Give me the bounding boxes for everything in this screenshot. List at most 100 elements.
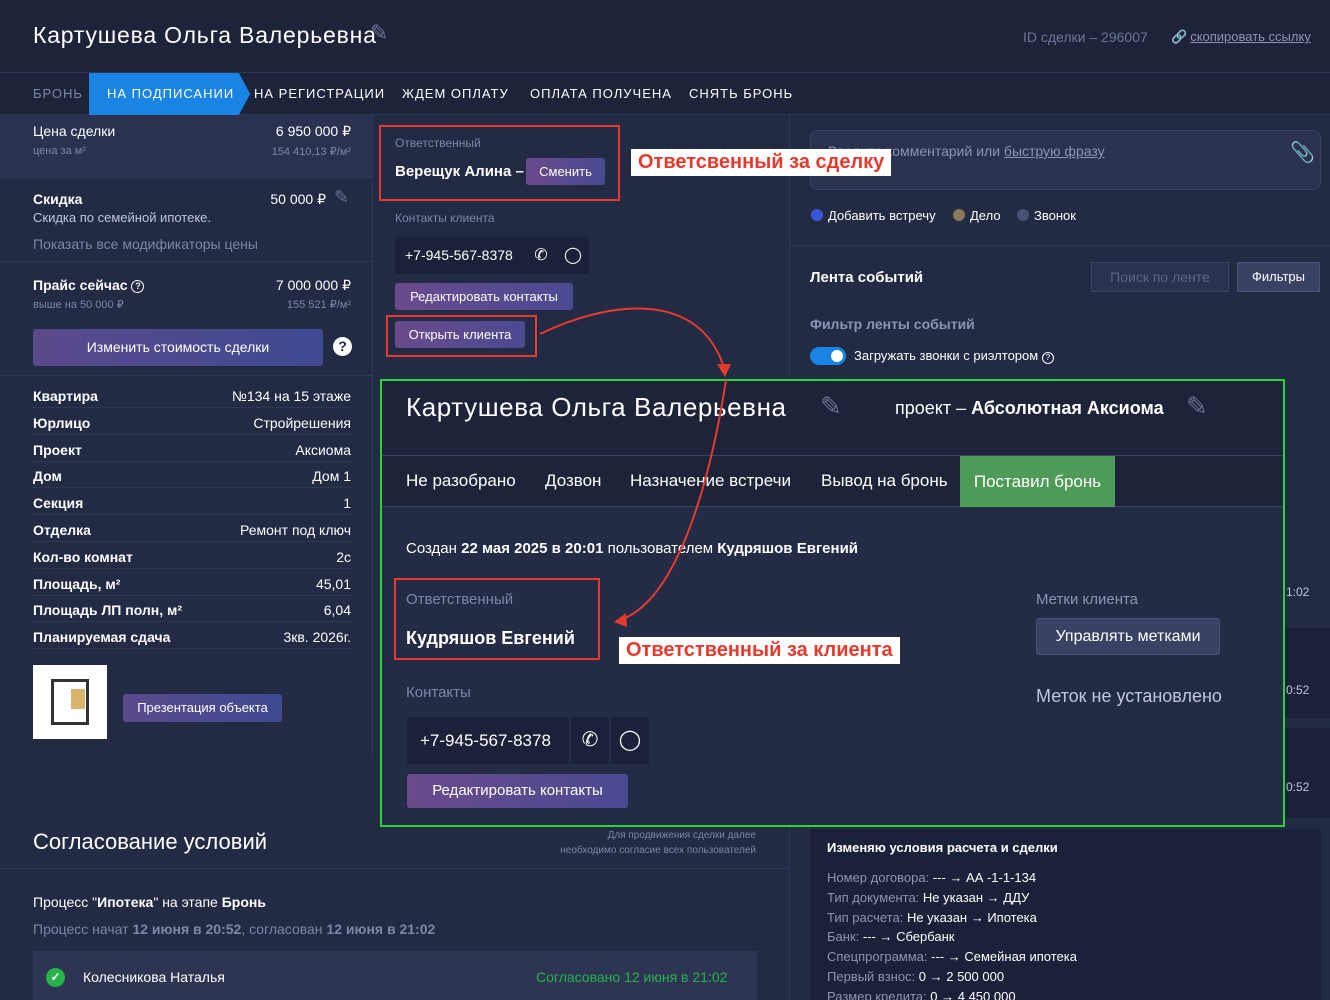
client-phone: +7-945-567-8378 bbox=[395, 237, 525, 274]
property-value: Дом 1 bbox=[312, 468, 351, 485]
feed-event-line: Первый взнос: 0 → 2 500 000 bbox=[827, 969, 1004, 984]
feed-event-line: Спецпрограмма: --- → Семейная ипотека bbox=[827, 949, 1077, 964]
feed-time: 0:52 bbox=[1286, 780, 1310, 794]
property-value: 1 bbox=[343, 495, 351, 512]
manage-tags-button[interactable]: Управлять метками bbox=[1036, 618, 1220, 655]
feed-card-stub bbox=[1283, 728, 1330, 818]
property-value: Стройрешения bbox=[253, 414, 351, 431]
client-tab-to-booking[interactable]: Вывод на бронь bbox=[821, 471, 948, 491]
feed-search-input[interactable]: Поиск по ленте bbox=[1091, 262, 1229, 292]
property-key: Проект bbox=[33, 441, 82, 458]
property-row: Площадь ЛП полн, м² 6,04 bbox=[33, 600, 351, 623]
add-meeting-option[interactable]: Добавить встречу bbox=[811, 208, 936, 223]
current-price-per-m2: 155 521 ₽/м² bbox=[286, 299, 351, 311]
client-edit-contacts-button[interactable]: Редактировать контакты bbox=[407, 774, 628, 808]
started-at: 12 июня в 20:52 bbox=[132, 921, 242, 937]
feed-line-key: Размер кредита: bbox=[827, 988, 927, 1000]
current-price-sub: выше на 50 000 ₽ bbox=[33, 299, 124, 311]
feed-line-value: 0 → 2 500 000 bbox=[915, 969, 1005, 984]
feed-line-value: Не указан → Ипотека bbox=[903, 909, 1037, 925]
started-prefix: Процесс начат bbox=[33, 921, 133, 937]
property-key: Секция bbox=[33, 495, 84, 512]
created-by: Кудряшов Евгений bbox=[717, 540, 859, 557]
feed-title: Лента событий bbox=[810, 269, 924, 286]
tab-cancel-booking[interactable]: СНЯТЬ БРОНЬ bbox=[689, 73, 793, 115]
tab-signing[interactable]: НА ПОДПИСАНИИ bbox=[89, 73, 251, 115]
feed-event-line: Тип расчета: Не указан → Ипотека bbox=[827, 910, 1037, 925]
deal-title: Картушева Ольга Валерьевна bbox=[33, 22, 377, 48]
process-dates: Процесс начат 12 июня в 20:52, согласова… bbox=[33, 921, 435, 937]
agreement-hint-line: необходимо согласие всех пользователей bbox=[560, 845, 756, 856]
phone-icon[interactable]: ✆ bbox=[571, 717, 609, 764]
price-label: Цена сделки bbox=[33, 123, 116, 139]
feed-line-key: Первый взнос: bbox=[827, 969, 916, 984]
feed-line-value: --- → Семейная ипотека bbox=[927, 949, 1077, 965]
property-row: Площадь, м² 45,01 bbox=[33, 574, 351, 596]
copy-link-button[interactable]: 🔗 скопировать ссылку bbox=[1171, 29, 1311, 45]
edit-icon[interactable]: ✎ bbox=[820, 391, 842, 422]
edit-project-icon[interactable]: ✎ bbox=[1186, 391, 1208, 422]
load-calls-toggle[interactable] bbox=[810, 347, 846, 365]
divider bbox=[790, 245, 1330, 246]
feed-event-line: Банк: --- → Сбербанк bbox=[827, 929, 954, 944]
feed-event-title: Изменяю условия расчета и сделки bbox=[827, 840, 1058, 855]
client-tab-unsorted[interactable]: Не разобрано bbox=[406, 471, 516, 491]
property-row: Отделка Ремонт под ключ bbox=[33, 520, 351, 542]
help-icon[interactable]: ? bbox=[131, 280, 145, 293]
client-tab-meeting[interactable]: Назначение встречи bbox=[630, 471, 791, 491]
process-stage: Бронь bbox=[221, 894, 266, 910]
process-mid: " на этапе bbox=[153, 894, 222, 910]
approver-name: Колесникова Наталья bbox=[83, 969, 225, 985]
current-price-label: Прайс сейчас ? bbox=[33, 277, 145, 293]
property-value: 6,04 bbox=[323, 602, 351, 619]
client-tags-label: Метки клиента bbox=[1036, 591, 1139, 608]
client-tab-booked[interactable]: Поставил бронь bbox=[960, 456, 1115, 507]
feed-line-key: Тип расчета: bbox=[827, 909, 904, 925]
property-value: Аксиома bbox=[295, 441, 351, 458]
change-price-button[interactable]: Изменить стоимость сделки bbox=[33, 329, 323, 366]
tab-bron[interactable]: БРОНЬ bbox=[33, 73, 83, 115]
created-at: 22 мая 2025 в 20:01 bbox=[461, 540, 604, 557]
phone-icon[interactable]: ✆ bbox=[525, 237, 557, 274]
client-phone: +7-945-567-8378 bbox=[407, 717, 569, 764]
process-line: Процесс "Ипотека" на этапе Бронь bbox=[33, 894, 266, 910]
tab-payment-received[interactable]: ОПЛАТА ПОЛУЧЕНА bbox=[530, 73, 672, 115]
feed-time: 0:52 bbox=[1286, 683, 1310, 697]
feed-line-value: --- → АА -1-1-134 bbox=[929, 870, 1037, 885]
created-mid: пользователем bbox=[603, 540, 718, 557]
current-price-label-text: Прайс сейчас bbox=[33, 277, 128, 293]
presentation-button[interactable]: Презентация объекта bbox=[123, 694, 282, 722]
property-key: Квартира bbox=[33, 388, 98, 404]
property-value: 2с bbox=[336, 548, 351, 565]
discount-label: Скидка bbox=[33, 191, 83, 207]
whatsapp-icon[interactable]: ◯ bbox=[611, 717, 649, 764]
stage-tabs: БРОНЬ НА ПОДПИСАНИИ НА РЕГИСТРАЦИИ ЖДЕМ … bbox=[0, 73, 1330, 115]
add-task-option[interactable]: Дело bbox=[953, 208, 1001, 223]
feed-line-key: Банк: bbox=[827, 929, 860, 945]
property-key: Юрлицо bbox=[33, 414, 91, 431]
link-icon: 🔗 bbox=[1171, 29, 1188, 44]
deal-header: Картушева Ольга Валерьевна ✎ ID сделки –… bbox=[0, 0, 1330, 73]
quick-phrase-link[interactable]: быструю фразу bbox=[1004, 143, 1105, 159]
property-row: Проект Аксиома bbox=[33, 440, 351, 462]
price-modifiers-link[interactable]: Показать все модификаторы цены bbox=[33, 236, 258, 252]
paperclip-icon[interactable]: 📎 bbox=[1290, 140, 1315, 165]
edit-icon[interactable]: ✎ bbox=[370, 20, 388, 46]
filters-button[interactable]: Фильтры bbox=[1237, 262, 1320, 292]
add-call-option[interactable]: Звонок bbox=[1017, 208, 1076, 223]
tab-awaiting-payment[interactable]: ЖДЕМ ОПЛАТУ bbox=[402, 73, 509, 115]
annotation-box-open-client bbox=[386, 315, 537, 357]
help-icon[interactable]: ? bbox=[1041, 352, 1054, 364]
help-icon[interactable]: ? bbox=[333, 337, 352, 356]
floor-plan-thumbnail[interactable] bbox=[33, 665, 107, 739]
edit-discount-icon[interactable]: ✎ bbox=[334, 187, 349, 208]
feed-time: 1:02 bbox=[1286, 585, 1310, 599]
edit-contacts-button[interactable]: Редактировать контакты bbox=[395, 283, 573, 310]
tab-registration[interactable]: НА РЕГИСТРАЦИИ bbox=[254, 73, 385, 115]
annotation-box-deal-responsible bbox=[379, 125, 620, 201]
call-dot-icon bbox=[1017, 209, 1029, 221]
client-tab-dialing[interactable]: Дозвон bbox=[545, 471, 601, 491]
whatsapp-icon[interactable]: ◯ bbox=[557, 237, 589, 274]
load-calls-label: Загружать звонки с риэлтором ? bbox=[854, 348, 1054, 364]
property-key: Отделка bbox=[33, 522, 91, 538]
